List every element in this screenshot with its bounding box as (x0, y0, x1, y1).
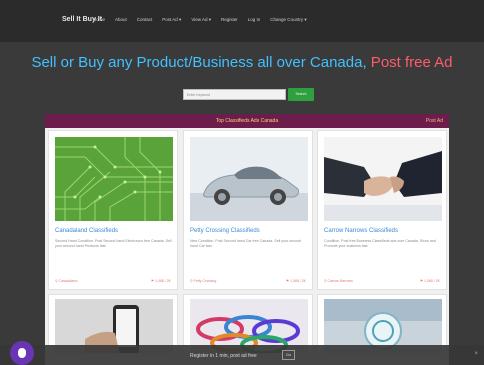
nav-menu: Home About Contact Post Ad ▾ View Ad ▾ R… (93, 17, 307, 23)
chat-bubble-inner (18, 348, 26, 358)
go-button[interactable]: Go (282, 350, 295, 360)
listing-description: Second Hand Condition. Post Second hand … (55, 239, 172, 248)
panel-post-ad-link[interactable]: Post Ad (426, 118, 443, 124)
panel-title: Top Classifieds Ads Canada (215, 118, 279, 124)
listing-card[interactable]: Petty Crossing Classifieds New Condition… (183, 130, 313, 290)
register-prompt: Register in 1 min, post ad free (190, 353, 257, 359)
nav-item-post-ad[interactable]: Post Ad ▾ (162, 17, 181, 23)
close-icon[interactable]: × (474, 351, 478, 357)
panel-header: Top Classifieds Ads Canada Post Ad (45, 114, 449, 128)
search-button[interactable]: Search (288, 88, 314, 101)
nav-item-login[interactable]: Log In (248, 17, 261, 23)
hero-title-main: Sell or Buy any Product/Business all ove… (31, 54, 367, 71)
listing-card[interactable]: Canadaland Classifieds Second Hand Condi… (48, 130, 178, 290)
listing-image-handshake[interactable] (324, 137, 442, 221)
nav-item-about[interactable]: About (115, 17, 127, 23)
nav-item-contact[interactable]: Contact (137, 17, 153, 23)
listing-views-label: 1,068 / 2K (290, 279, 306, 283)
listing-image-circuit-board[interactable] (55, 137, 173, 221)
listing-description: New Condition. Post Second hand Car free… (190, 239, 301, 248)
listing-views-label: 1,068 / 2K (155, 279, 171, 283)
listing-description: Condition. Post free Business Classified… (324, 239, 436, 248)
nav-item-change-country[interactable]: Change Country ▾ (270, 17, 306, 23)
listing-category-label: Canadaland (58, 279, 78, 283)
listing-title[interactable]: Canadaland Classifieds (55, 228, 118, 234)
listing-views: ⚑ 1,068 / 2K (419, 279, 440, 283)
listing-category[interactable]: ⚲ Carrow Narrows (324, 279, 353, 283)
screen: Sell It Buy It Home About Contact Post A… (0, 0, 484, 365)
register-bottom-bar: Register in 1 min, post ad free Go × (0, 345, 484, 365)
listing-title[interactable]: Petty Crossing Classifieds (190, 228, 260, 234)
listing-category[interactable]: ⚲ Canadaland (55, 279, 77, 283)
listing-title[interactable]: Carrow Narrows Classifieds (324, 228, 398, 234)
chat-bubble-icon[interactable] (10, 341, 34, 365)
listing-category-label: Petty Crossing (193, 279, 217, 283)
nav-item-register[interactable]: Register (221, 17, 238, 23)
nav-item-view-ad[interactable]: View Ad ▾ (191, 17, 211, 23)
listing-image-sports-car[interactable] (190, 137, 308, 221)
listing-views: ⚑ 1,068 / 2K (150, 279, 171, 283)
listing-card[interactable]: Carrow Narrows Classifieds Condition. Po… (317, 130, 447, 290)
listing-category[interactable]: ⚲ Petty Crossing (190, 279, 216, 283)
hero-title-accent[interactable]: Post free Ad (367, 54, 453, 71)
listing-views-label: 1,068 / 2K (424, 279, 440, 283)
nav-item-home[interactable]: Home (93, 17, 105, 23)
listing-views: ⚑ 1,068 / 2K (285, 279, 306, 283)
search-input[interactable]: Enter Keyword (183, 89, 286, 100)
listing-category-label: Carrow Narrows (327, 279, 353, 283)
top-navbar: Sell It Buy It Home About Contact Post A… (0, 0, 484, 42)
hero-title: Sell or Buy any Product/Business all ove… (0, 54, 484, 71)
